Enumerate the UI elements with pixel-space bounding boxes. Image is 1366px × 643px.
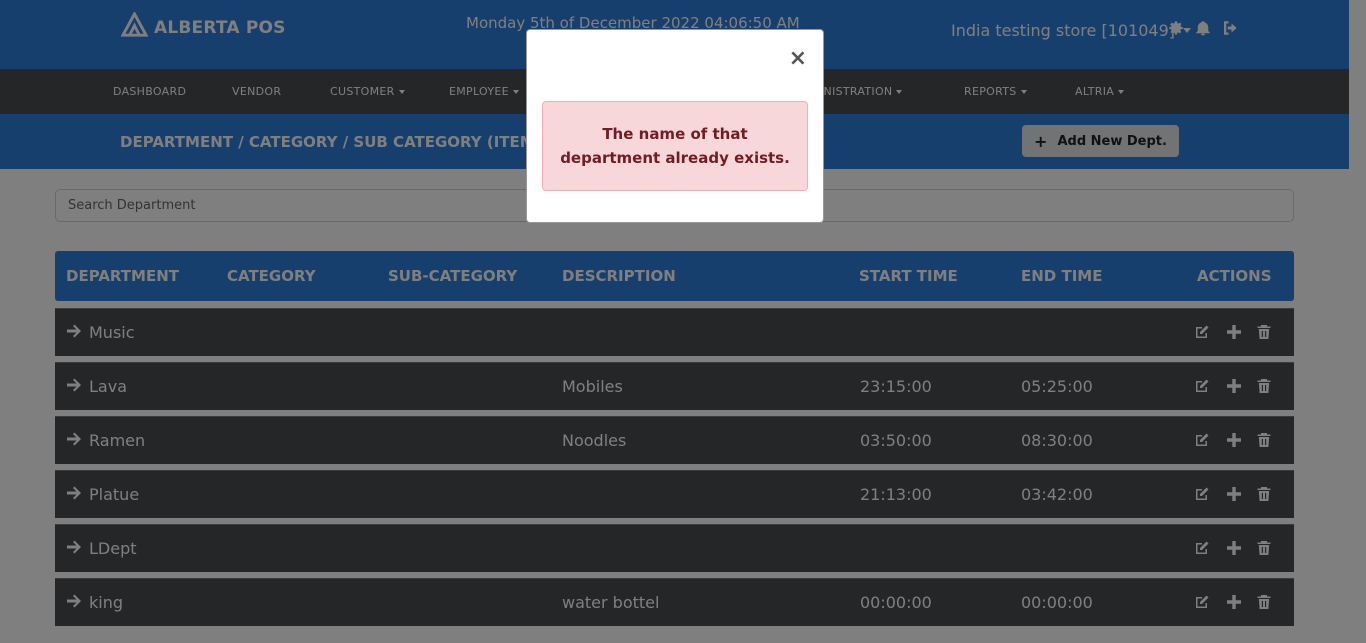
error-alert: The name of that department already exis… [542, 101, 808, 191]
error-message: The name of that department already exis… [560, 125, 790, 167]
page: ALBERTA POS Monday 5th of December 2022 … [0, 0, 1366, 643]
close-icon[interactable]: × [789, 48, 807, 70]
error-modal: × The name of that department already ex… [526, 29, 824, 223]
